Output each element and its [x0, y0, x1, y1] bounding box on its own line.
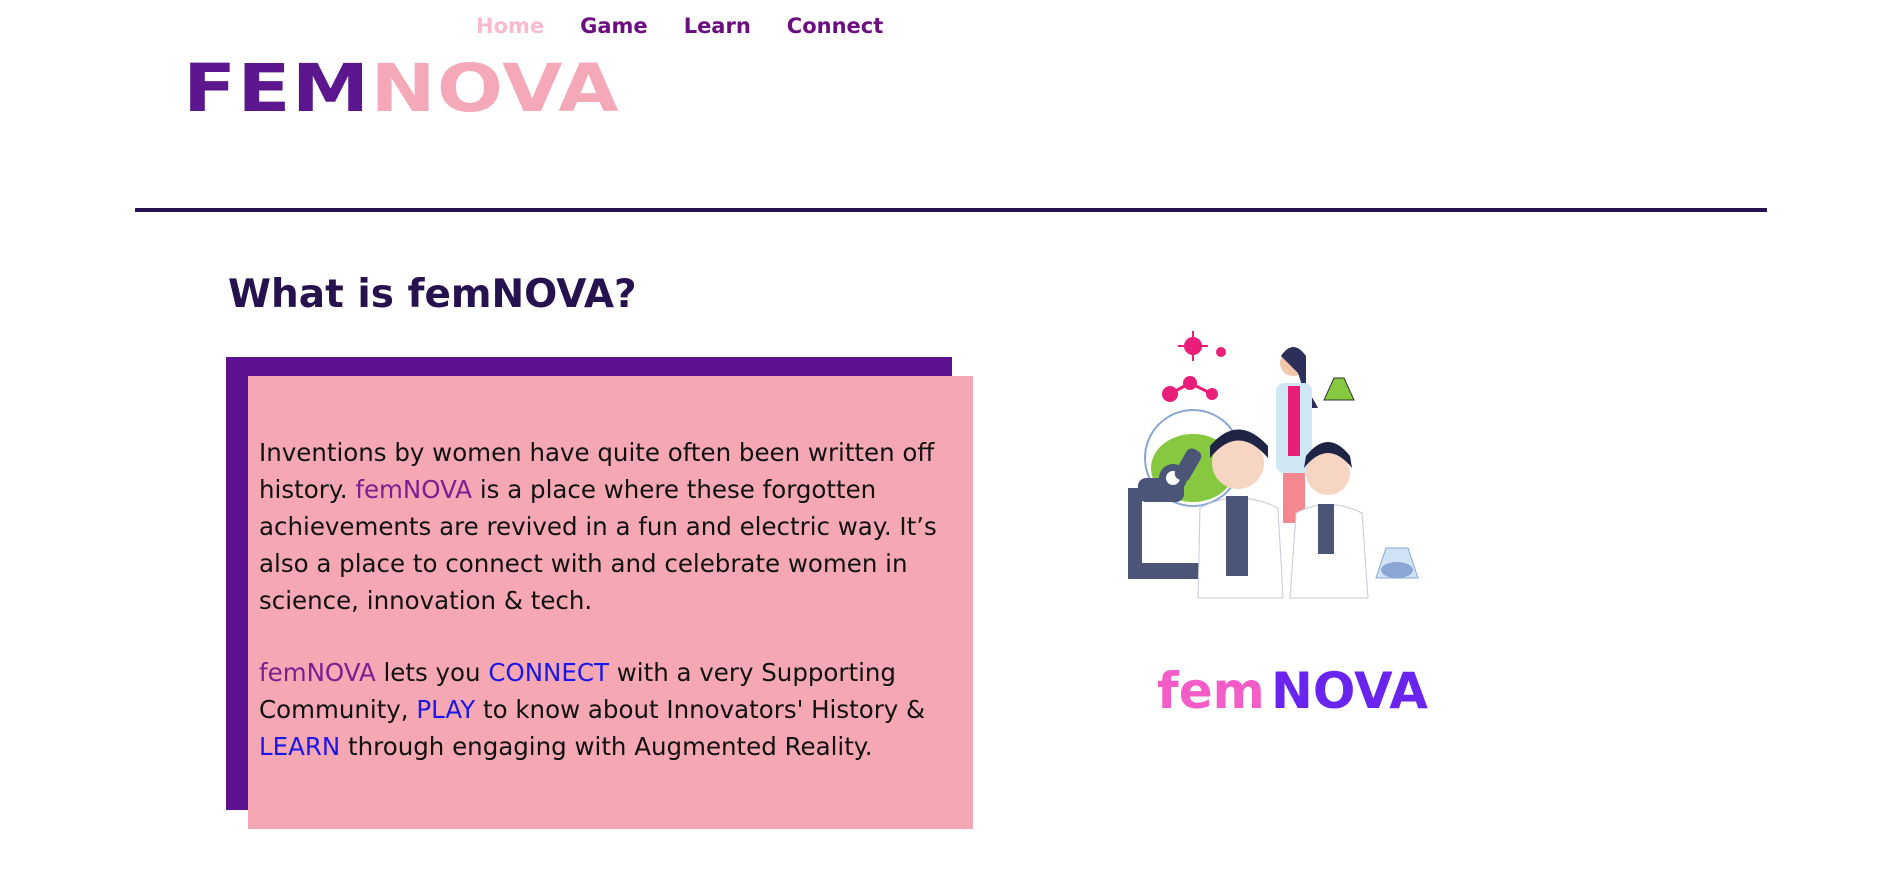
intro-paragraph: Inventions by women have quite often bee… [259, 434, 963, 619]
illustration-fem-text: fem [1157, 662, 1265, 720]
features-paragraph: femNOVA lets you CONNECT with a very Sup… [259, 654, 963, 765]
illustration-nova-text: NOVA [1271, 662, 1428, 720]
main-nav: Home Game Learn Connect [476, 14, 883, 38]
nav-game-link[interactable]: Game [580, 14, 648, 38]
nav-learn-link[interactable]: Learn [684, 14, 751, 38]
brand-name: femNOVA [259, 658, 376, 687]
microscope-icon [1128, 448, 1208, 579]
learn-link[interactable]: LEARN [259, 732, 340, 761]
standing-scientist-figure [1276, 347, 1318, 523]
nav-connect-link[interactable]: Connect [787, 14, 883, 38]
page-title: What is femNOVA? [228, 272, 637, 317]
nav-home-link[interactable]: Home [476, 14, 544, 38]
molecule-icon [1162, 376, 1218, 402]
flask-icon [1323, 377, 1355, 401]
logo-fem: FEM [183, 50, 371, 127]
header-divider [135, 208, 1767, 212]
brand-name: femNOVA [355, 475, 473, 504]
features-text-3: to know about Innovators' History & [475, 695, 926, 724]
seated-scientist-figure [1197, 429, 1284, 599]
femnova-logo[interactable]: FEMNOVA [183, 56, 620, 122]
intro-card: Inventions by women have quite often bee… [248, 376, 973, 829]
features-text-1: lets you [375, 658, 489, 687]
virus-icon [1178, 331, 1226, 361]
play-link[interactable]: PLAY [416, 695, 475, 724]
features-text-4: through engaging with Augmented Reality. [340, 732, 873, 761]
logo-nova: NOVA [370, 50, 620, 127]
connect-link[interactable]: CONNECT [488, 658, 609, 687]
beaker-icon [1375, 547, 1419, 579]
scientists-illustration: fem NOVA [1128, 331, 1428, 720]
